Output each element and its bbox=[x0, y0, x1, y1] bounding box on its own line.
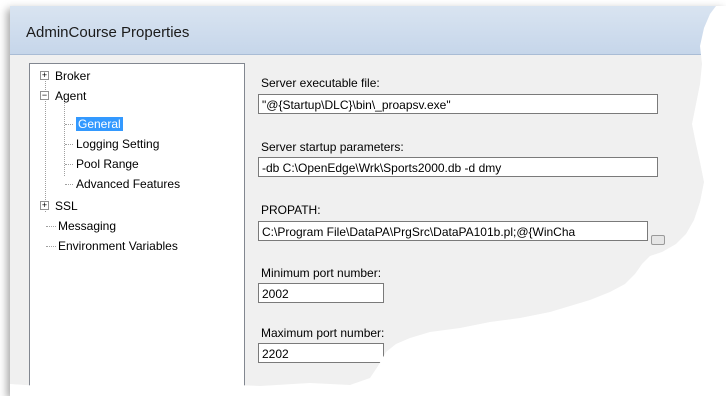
properties-dialog: AdminCourse Properties + Broker − Agent … bbox=[10, 6, 726, 396]
torn-edge-decoration bbox=[10, 6, 726, 396]
